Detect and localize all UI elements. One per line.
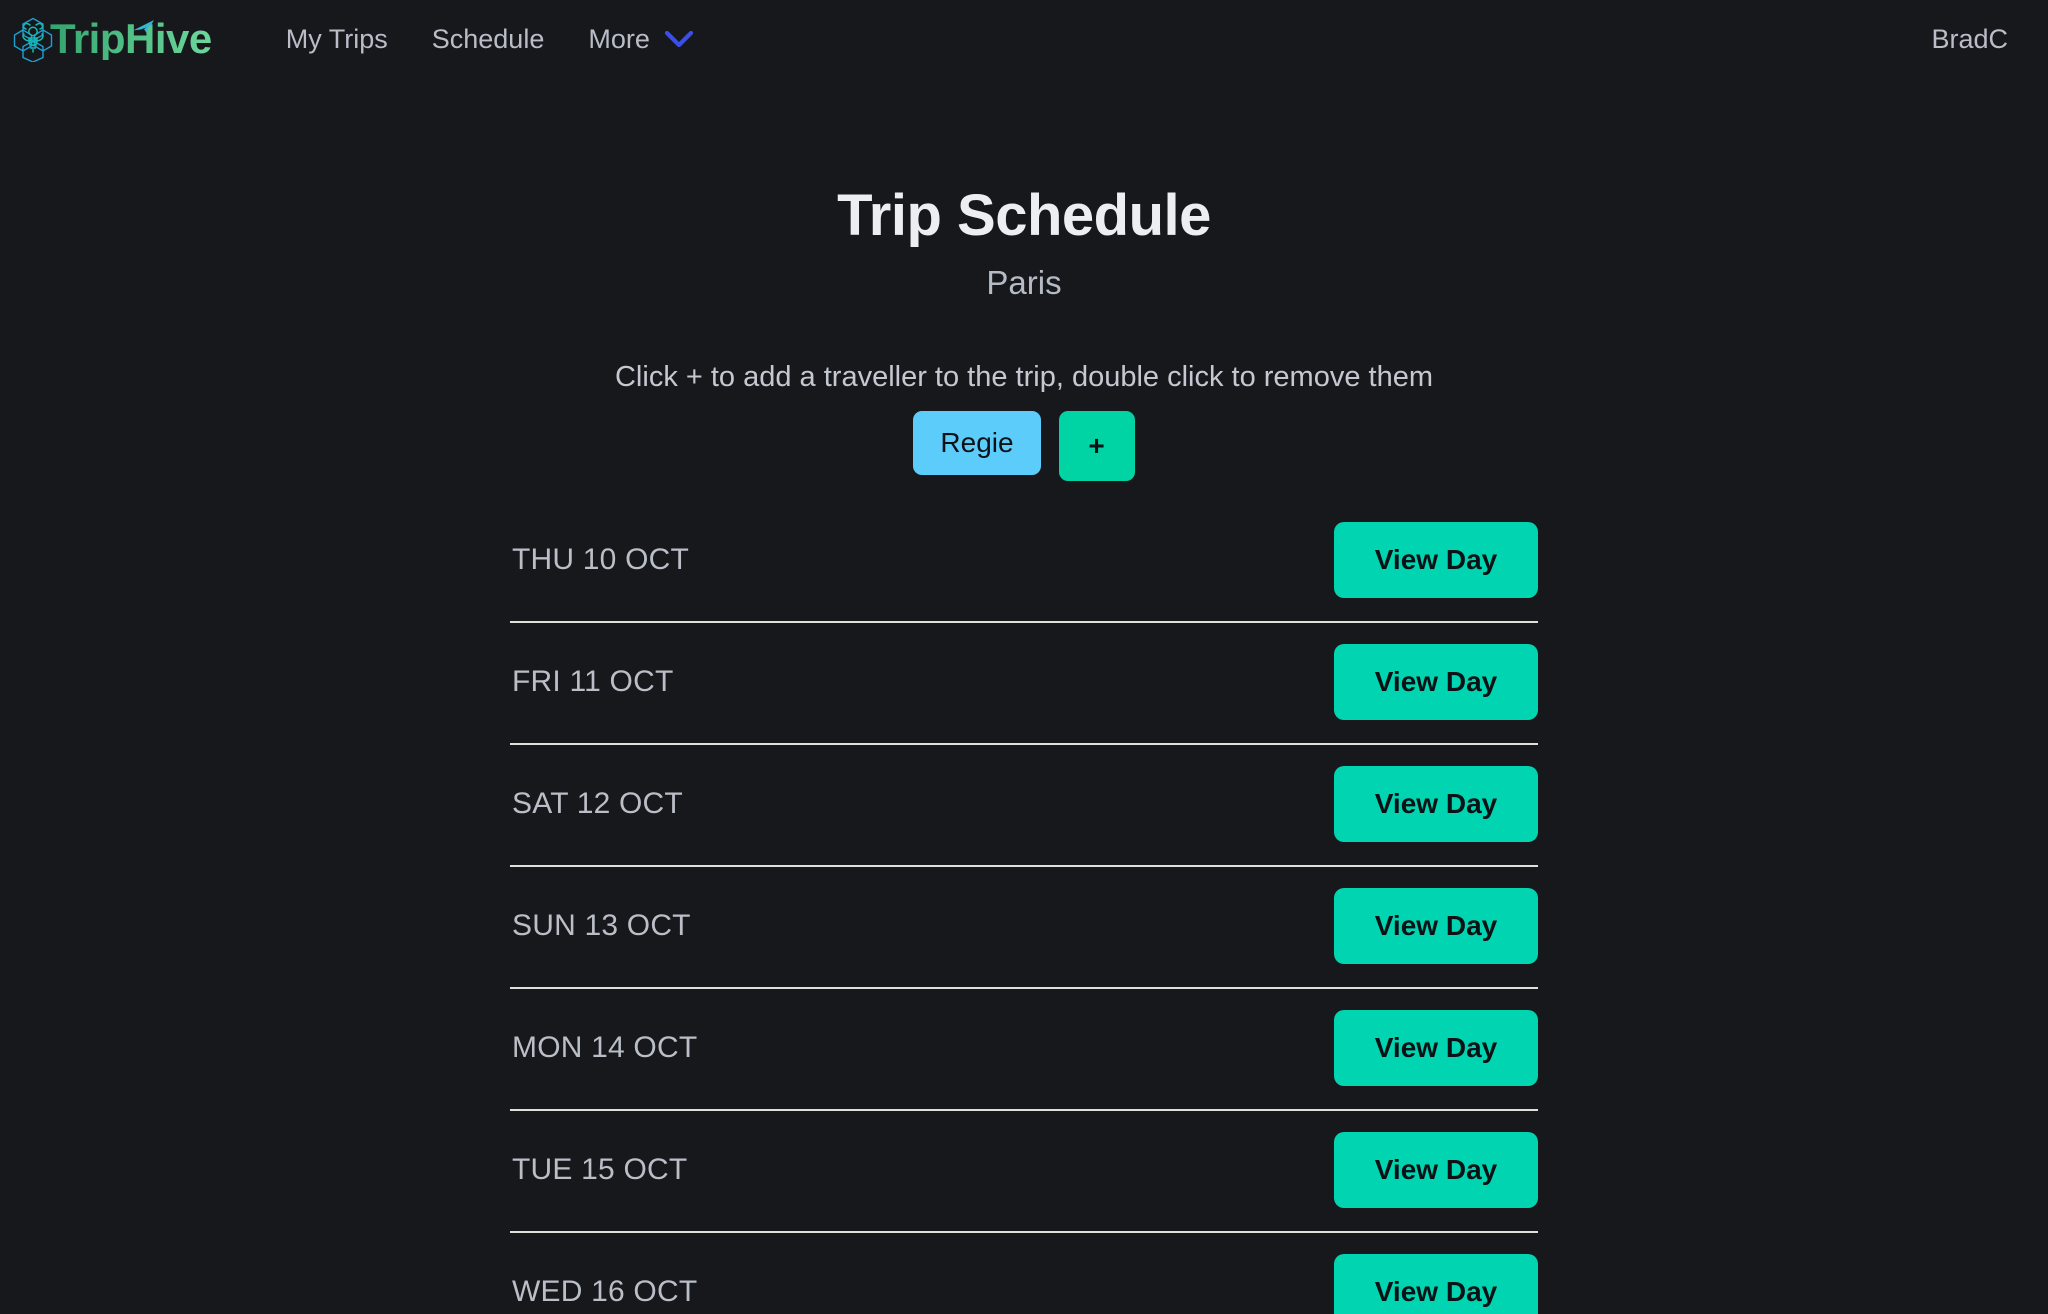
day-label: SAT 12 OCT xyxy=(512,787,683,821)
day-label: SUN 13 OCT xyxy=(512,909,691,943)
brand-name: TripHive xyxy=(50,15,212,62)
day-label: TUE 15 OCT xyxy=(512,1153,688,1187)
travellers-section: Click + to add a traveller to the trip, … xyxy=(0,360,2048,482)
table-row: SAT 12 OCT View Day xyxy=(510,743,1538,865)
table-row: MON 14 OCT View Day xyxy=(510,987,1538,1109)
nav-link-my-trips[interactable]: My Trips xyxy=(264,17,410,61)
view-day-button[interactable]: View Day xyxy=(1334,522,1538,599)
schedule-day-list: THU 10 OCT View Day FRI 11 OCT View Day … xyxy=(510,499,1538,1314)
top-navbar: TripHive My Trips Schedule More BradC xyxy=(0,0,2048,78)
table-row: FRI 11 OCT View Day xyxy=(510,621,1538,743)
view-day-button[interactable]: View Day xyxy=(1334,644,1538,721)
view-day-button[interactable]: View Day xyxy=(1334,1132,1538,1209)
user-menu-bradc[interactable]: BradC xyxy=(1927,18,2012,61)
airplane-icon xyxy=(133,20,154,33)
chevron-down-icon xyxy=(664,30,693,48)
view-day-button[interactable]: View Day xyxy=(1334,1010,1538,1087)
add-traveller-button[interactable]: + xyxy=(1058,411,1135,482)
day-label: THU 10 OCT xyxy=(512,543,690,577)
brand-logo[interactable]: TripHive xyxy=(13,15,212,62)
day-label: FRI 11 OCT xyxy=(512,665,674,699)
table-row: THU 10 OCT View Day xyxy=(510,499,1538,621)
traveller-hint-text: Click + to add a traveller to the trip, … xyxy=(614,361,1434,394)
day-label: WED 16 OCT xyxy=(512,1275,698,1309)
traveller-chip-row: Regie + xyxy=(0,411,2048,482)
day-label: MON 14 OCT xyxy=(512,1031,698,1065)
page-content: Trip Schedule Paris Click + to add a tra… xyxy=(0,78,2048,1314)
table-row: SUN 13 OCT View Day xyxy=(510,865,1538,987)
nav-more-label: More xyxy=(588,23,650,54)
traveller-chip-regie[interactable]: Regie xyxy=(913,411,1041,475)
page-subtitle-destination: Paris xyxy=(986,263,1062,301)
nav-link-schedule[interactable]: Schedule xyxy=(410,17,567,61)
nav-more-dropdown[interactable]: More xyxy=(566,17,716,61)
table-row: TUE 15 OCT View Day xyxy=(510,1109,1538,1231)
main-navigation: My Trips Schedule More xyxy=(264,17,716,61)
page-title: Trip Schedule xyxy=(837,183,1211,248)
table-row: WED 16 OCT View Day xyxy=(510,1231,1538,1314)
view-day-button[interactable]: View Day xyxy=(1334,1254,1538,1314)
view-day-button[interactable]: View Day xyxy=(1334,888,1538,965)
view-day-button[interactable]: View Day xyxy=(1334,766,1538,843)
